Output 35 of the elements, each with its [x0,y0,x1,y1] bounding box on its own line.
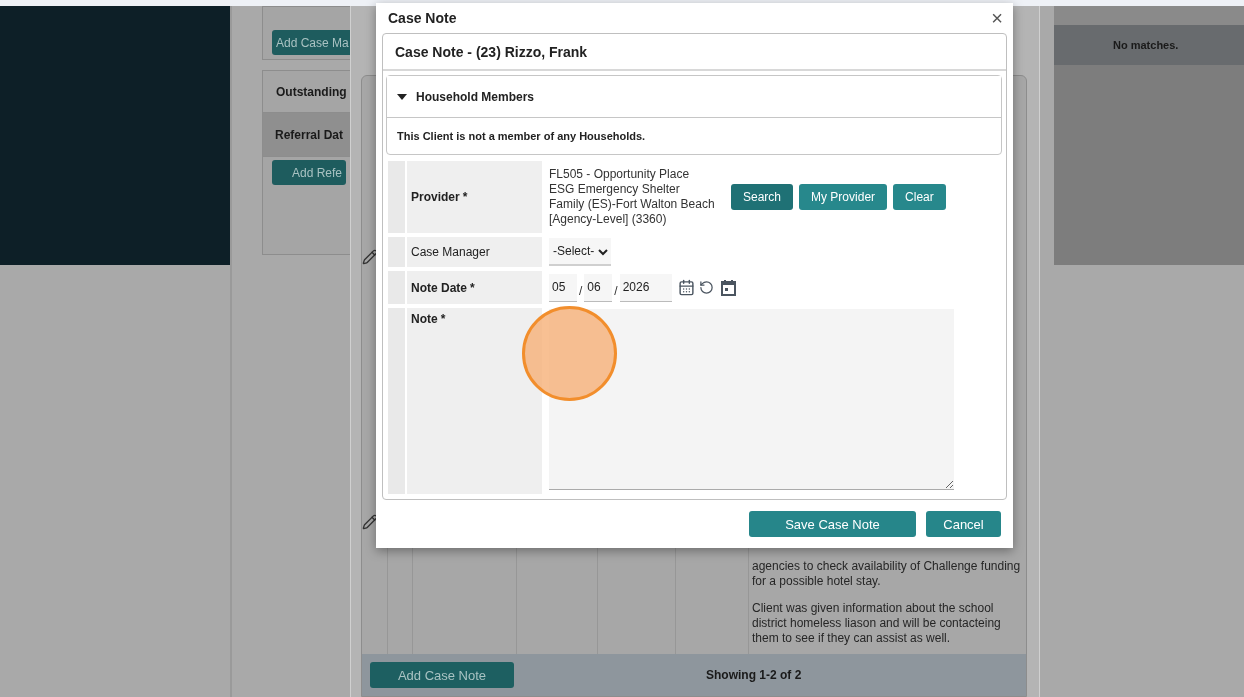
close-button[interactable]: × [991,8,1003,28]
month-field[interactable]: 05 [549,273,577,302]
search-button[interactable]: Search [731,184,794,210]
case-manager-select[interactable]: -Select- [549,238,611,266]
note-field[interactable] [549,309,954,490]
household-message: This Client is not a member of any Households. [396,129,647,144]
pagination-text: Showing 1-2 of 2 [706,668,802,682]
reset-icon[interactable] [698,280,714,295]
today-calendar-icon[interactable] [719,279,737,296]
calendar-icon[interactable] [677,279,695,296]
column-header: Referral Dat [263,113,350,157]
date-separator: / [579,283,583,298]
edit-icon[interactable] [362,248,378,265]
add-referral-button[interactable]: Add Refe [272,160,347,185]
field-label: Note * [407,308,542,494]
day-field[interactable]: 06 [584,273,613,302]
household-accordion[interactable]: Household Members [387,76,1001,118]
client-heading: Case Note - (23) Rizzo, Frank [383,34,1006,71]
add-case-manager-button[interactable]: Add Case Ma [272,30,350,55]
edit-icon[interactable] [362,513,378,530]
clear-button[interactable]: Clear [893,184,946,210]
add-case-note-button[interactable]: Add Case Note [370,662,514,688]
my-provider-button[interactable]: My Provider [799,184,888,210]
field-label: Case Manager [407,237,542,267]
field-label: Note Date * [407,271,542,304]
field-label: Provider * [407,161,542,233]
note-text: Client was given information about the school district homeless liason and will be contacteing them to see if they can assist as well. [752,601,1002,646]
year-field[interactable]: 2026 [619,273,672,302]
cancel-button[interactable]: Cancel [926,511,1001,537]
dialog-title: Case Note [388,10,457,26]
date-separator: / [614,283,618,298]
note-text: agencies to check availability of Challenge funding for a possible hotel stay. [752,559,1022,589]
save-button[interactable]: Save Case Note [749,511,916,537]
provider-name: FL505 - Opportunity Place ESG Emergency Shelter Family (ES)-Fort Walton Beach [Agency-Level] (3360) [549,167,716,227]
empty-message: No matches. [1054,25,1244,65]
